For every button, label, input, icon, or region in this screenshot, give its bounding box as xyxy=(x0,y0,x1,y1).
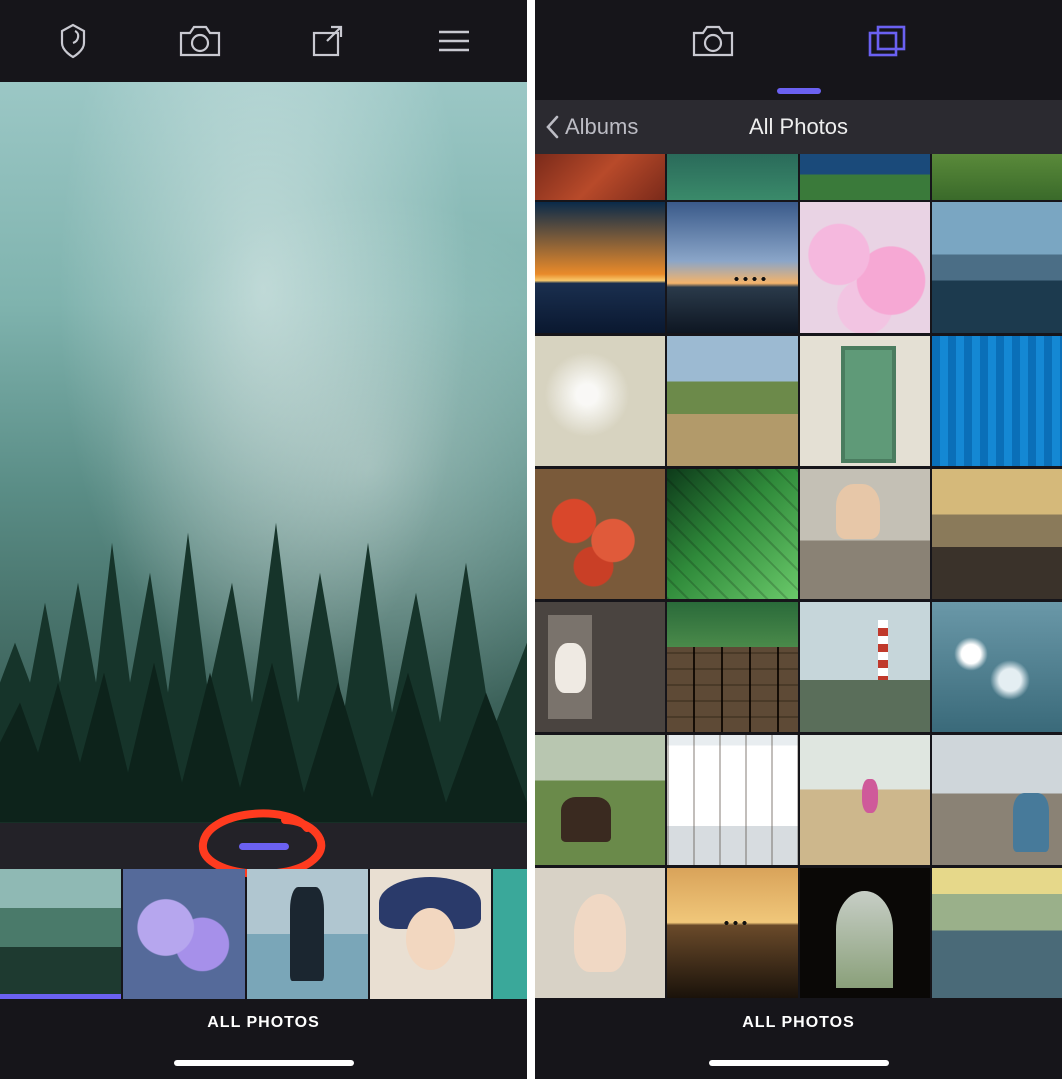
filmstrip[interactable] xyxy=(0,869,527,999)
nav-bar: Albums All Photos xyxy=(535,100,1062,154)
grid-label: ALL PHOTOS xyxy=(535,999,1062,1047)
photo-grid[interactable] xyxy=(535,154,1062,999)
grid-photo[interactable] xyxy=(667,469,797,599)
grid-photo[interactable] xyxy=(932,868,1062,998)
filmstrip-label: ALL PHOTOS xyxy=(0,999,527,1047)
grid-photo[interactable] xyxy=(932,154,1062,200)
grid-photo[interactable] xyxy=(667,336,797,466)
grid-photo[interactable] xyxy=(667,202,797,332)
grid-photo[interactable] xyxy=(800,336,930,466)
drag-handle[interactable] xyxy=(239,843,289,850)
grid-photo[interactable] xyxy=(667,735,797,865)
main-photo-preview[interactable] xyxy=(0,82,527,823)
toolbar xyxy=(0,0,527,82)
grid-photo[interactable] xyxy=(667,868,797,998)
home-indicator[interactable] xyxy=(174,1060,354,1066)
screen-editor: ALL PHOTOS xyxy=(0,0,527,1079)
grid-photo[interactable] xyxy=(932,735,1062,865)
back-button[interactable]: Albums xyxy=(535,114,638,140)
grid-photo[interactable] xyxy=(800,602,930,732)
tray-strip xyxy=(535,82,1062,100)
grid-photo[interactable] xyxy=(535,735,665,865)
toolbar xyxy=(535,0,1062,82)
grid-photo[interactable] xyxy=(932,469,1062,599)
grid-photo[interactable] xyxy=(800,868,930,998)
grid-photo[interactable] xyxy=(800,154,930,200)
grid-photo[interactable] xyxy=(535,202,665,332)
share-icon[interactable] xyxy=(264,21,391,61)
camera-icon[interactable] xyxy=(137,22,264,60)
menu-icon[interactable] xyxy=(390,26,517,56)
grid-photo[interactable] xyxy=(932,336,1062,466)
gallery-icon[interactable] xyxy=(866,23,908,59)
grid-photo[interactable] xyxy=(535,868,665,998)
tray-strip xyxy=(0,823,527,869)
grid-photo[interactable] xyxy=(667,602,797,732)
home-indicator[interactable] xyxy=(709,1060,889,1066)
thumb-teal[interactable] xyxy=(493,869,527,999)
drag-handle[interactable] xyxy=(777,88,821,94)
thumb-woman-hat[interactable] xyxy=(370,869,491,999)
grid-photo[interactable] xyxy=(932,602,1062,732)
grid-photo[interactable] xyxy=(932,202,1062,332)
grid-photo[interactable] xyxy=(800,735,930,865)
chevron-left-icon xyxy=(545,115,559,139)
camera-icon[interactable] xyxy=(690,22,736,60)
grid-photo[interactable] xyxy=(535,469,665,599)
grid-photo[interactable] xyxy=(800,202,930,332)
logo-icon[interactable] xyxy=(10,21,137,61)
grid-photo[interactable] xyxy=(535,336,665,466)
grid-photo[interactable] xyxy=(535,602,665,732)
grid-photo[interactable] xyxy=(667,154,797,200)
thumb-man-standing[interactable] xyxy=(247,869,368,999)
thumb-forest[interactable] xyxy=(0,869,121,999)
back-label: Albums xyxy=(565,114,638,140)
grid-photo[interactable] xyxy=(800,469,930,599)
grid-photo[interactable] xyxy=(535,154,665,200)
thumb-purple-flowers[interactable] xyxy=(123,869,244,999)
screen-gallery: Albums All Photos xyxy=(535,0,1062,1079)
